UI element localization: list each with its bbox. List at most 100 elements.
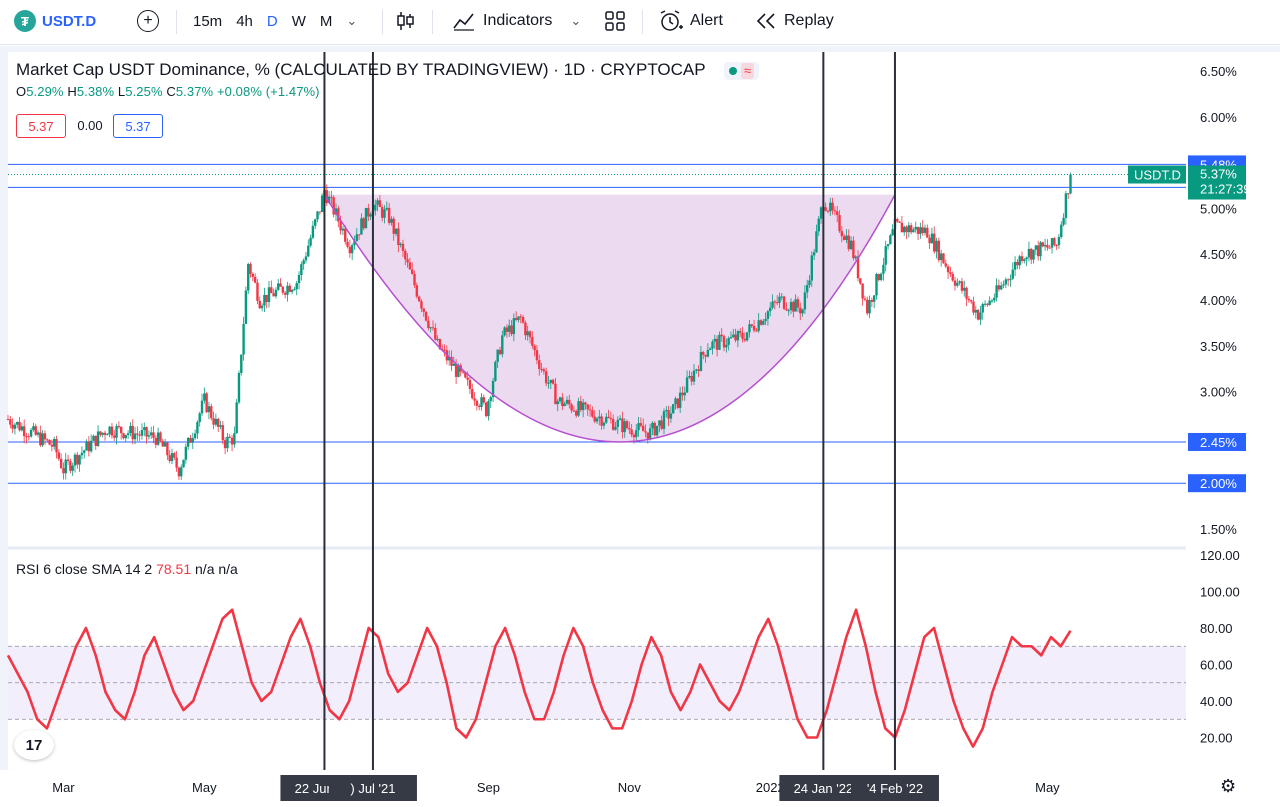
candle-body [976,309,980,320]
candle-body [524,322,527,336]
candle-body [348,246,352,254]
candle-body [277,283,280,290]
candle-body [544,371,548,384]
candle-body [868,300,871,314]
indicators-chevron-icon[interactable]: ⌄ [570,13,581,29]
candle-body [916,226,920,234]
candles-icon [397,12,414,30]
candle-body [641,425,645,432]
candle-body [397,228,400,246]
timeframe-w[interactable]: W [285,13,313,30]
candle-body [443,349,446,351]
candle-body [87,441,91,452]
candle-body [482,397,486,403]
candle-body [1057,236,1061,246]
candle-body [722,336,726,348]
candle-body [739,331,742,333]
candle-body [849,240,853,250]
candle-body [503,327,506,336]
chart-type-button[interactable] [395,0,415,42]
candle-body [903,226,906,233]
tradingview-logo-icon[interactable]: 17 [14,730,54,760]
candle-body [71,465,74,471]
candle-body [715,338,719,350]
candle-body [669,413,673,419]
candle-body [69,461,72,471]
candle-body [771,301,774,308]
candle-body [383,209,386,218]
candle-body [233,433,236,445]
candle-body [861,283,864,299]
candle-body [926,227,929,238]
symbol-search[interactable]: ₮ USDT.D [14,0,96,42]
chart-canvas[interactable]: 6.50%6.00%5.50%5.00%4.50%4.00%3.50%3.00%… [0,46,1280,807]
high-value: 5.38% [76,84,115,99]
candle-body [404,250,407,260]
price-label-3: 2.00% [1200,476,1237,491]
candle-body [154,437,158,445]
candle-body [632,434,636,438]
candle-body [692,370,696,382]
add-symbol-button[interactable]: + [137,0,159,42]
candle-body [48,439,51,445]
candle-body [505,327,509,332]
candle-body [870,300,874,302]
candle-body [879,273,883,280]
candle-body [57,452,61,459]
candle-body [1009,278,1012,280]
candle-body [212,418,215,425]
date-label-1: ) Jul '21 [350,781,395,796]
timeframe-menu-chevron-icon[interactable]: ⌄ [339,13,364,29]
candle-body [302,260,305,265]
series-visibility-toggle[interactable]: ≈ [724,61,760,80]
candle-body [558,397,562,402]
candle-body [297,275,301,284]
candle-body [540,368,543,370]
candle-body [581,402,585,411]
candle-body [577,401,580,416]
candle-body [161,440,164,447]
candle-body [598,416,601,419]
candle-body [535,350,539,361]
candle-body [842,236,846,241]
candle-body [350,245,354,254]
candle-body [960,281,964,291]
timeframe-m[interactable]: M [313,13,340,30]
candle-body [46,439,49,441]
time-tick-label-3: Nov [618,780,642,795]
candle-body [836,211,839,215]
timeframe-15m[interactable]: 15m [186,13,229,30]
candle-body [1053,238,1056,246]
timeframe-4h[interactable]: 4h [229,13,260,30]
candle-body [662,411,666,429]
candle-body [101,432,104,435]
candle-body [628,428,631,430]
indicators-button[interactable]: Indicators ⌄ [452,0,581,42]
candle-body [92,435,95,441]
price-tick-label-5: 4.00% [1200,293,1237,308]
candle-body [653,422,656,436]
change-value: +0.08% (+1.47%) [216,84,320,99]
candle-body [685,377,689,393]
candle-body [55,439,58,453]
candle-body [651,422,654,429]
candle-body [764,318,767,322]
layouts-button[interactable] [604,0,626,42]
candle-body [341,228,345,231]
timeframe-d[interactable]: D [260,13,285,30]
candle-body [392,218,395,234]
candle-body [25,436,28,438]
candle-body [990,300,994,302]
candle-body [251,273,255,277]
candle-body [1000,285,1003,290]
candle-body [720,334,723,337]
gear-icon[interactable]: ⚙ [1220,776,1236,797]
candle-body [290,289,294,292]
alert-button[interactable]: Alert [658,0,723,42]
rsi-tick-label-5: 20.00 [1200,731,1233,746]
close-value: 5.37% [175,84,214,99]
replay-button[interactable]: Replay [754,0,834,42]
candle-body [286,285,289,295]
candle-body [309,237,312,246]
candle-body [512,318,516,335]
